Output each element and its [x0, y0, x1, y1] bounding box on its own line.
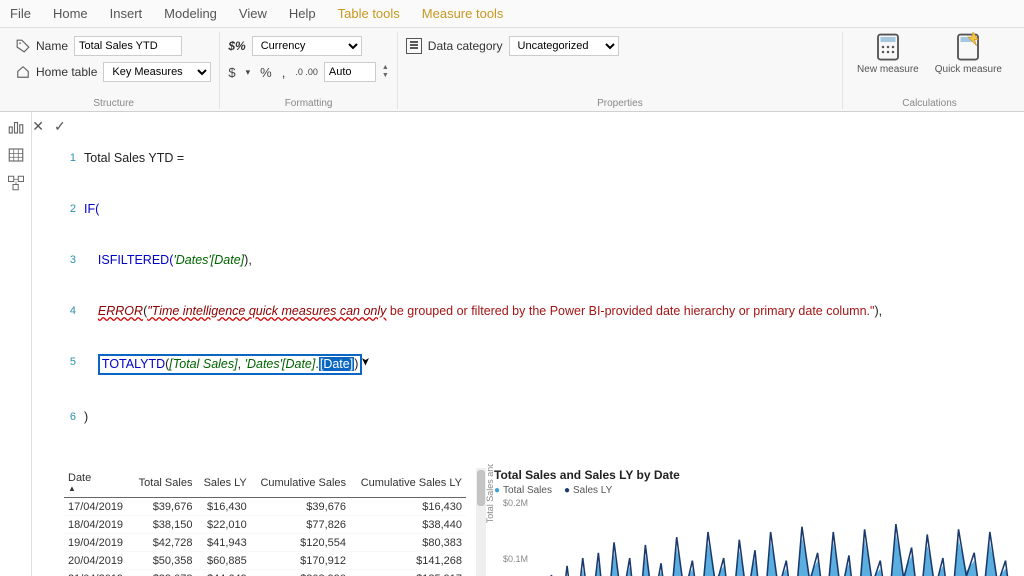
thousands-button[interactable]: ,: [282, 65, 286, 80]
spinner-down[interactable]: ▼: [382, 72, 389, 80]
menu-table-tools[interactable]: Table tools: [338, 6, 400, 21]
table-row[interactable]: 21/04/2019$38,078$44,649$208,990$185,917: [64, 570, 466, 576]
decimals-icon: .0 .00: [295, 67, 318, 77]
name-label: Name: [36, 39, 68, 53]
chart1-plot: [494, 498, 1016, 576]
properties-group-label: Properties: [406, 96, 834, 109]
menubar: File Home Insert Modeling View Help Table tool…: [0, 0, 1024, 28]
percent-button[interactable]: %: [260, 65, 272, 80]
formula-cancel-button[interactable]: ✕: [32, 118, 44, 135]
ribbon-group-properties: Data category Uncategorized Properties: [398, 32, 843, 109]
menu-help[interactable]: Help: [289, 6, 316, 21]
menu-file[interactable]: File: [10, 6, 31, 21]
menu-view[interactable]: View: [239, 6, 267, 21]
report-view-icon[interactable]: [7, 118, 25, 136]
decimal-places-input[interactable]: [324, 62, 376, 82]
chart1-title: Total Sales and Sales LY by Date: [494, 468, 1016, 482]
quick-measure-button[interactable]: Quick measure: [929, 32, 1008, 75]
spinner-up[interactable]: ▲: [382, 64, 389, 72]
home-table-label: Home table: [36, 65, 97, 79]
table-row[interactable]: 17/04/2019$39,676$16,430$39,676$16,430: [64, 498, 466, 516]
measure-name-input[interactable]: [74, 36, 182, 56]
menu-measure-tools[interactable]: Measure tools: [422, 6, 504, 21]
dax-editor[interactable]: 1Total Sales YTD = 2IF( 3 ISFILTERED('Da…: [66, 112, 884, 464]
data-category-select[interactable]: Uncategorized: [509, 36, 619, 56]
formatting-group-label: Formatting: [228, 96, 388, 109]
table-row[interactable]: 20/04/2019$50,358$60,885$170,912$141,268: [64, 552, 466, 570]
text-cursor-icon: [362, 354, 374, 368]
calculations-group-label: Calculations: [851, 96, 1008, 109]
ribbon-group-formatting: $% Currency $▾ % , .0 .00 ▲▼ Formatting: [220, 32, 397, 109]
col-header[interactable]: Total Sales: [131, 468, 197, 498]
menu-insert[interactable]: Insert: [110, 6, 143, 21]
format-select[interactable]: Currency: [252, 36, 362, 56]
data-category-icon: [406, 38, 422, 54]
menu-home[interactable]: Home: [53, 6, 88, 21]
structure-group-label: Structure: [16, 96, 211, 109]
calculator-icon: [873, 32, 903, 62]
col-header[interactable]: Cumulative Sales LY: [350, 468, 466, 498]
tag-icon: [16, 39, 30, 53]
currency-button[interactable]: $: [228, 65, 235, 80]
ribbon-group-calculations: New measure Quick measure Calculations: [843, 32, 1016, 109]
col-header[interactable]: Date▲: [64, 468, 131, 498]
view-rail: [0, 112, 32, 576]
formula-and-canvas: ✕ ✓ 1Total Sales YTD = 2IF( 3 ISFILTERED…: [32, 112, 1024, 576]
home-icon: [16, 65, 30, 79]
chart-1[interactable]: Total Sales and Sales LY by Date Total S…: [494, 468, 1016, 576]
format-icon: $%: [228, 39, 245, 53]
data-category-label: Data category: [428, 39, 503, 53]
col-header[interactable]: Sales LY: [196, 468, 250, 498]
col-header[interactable]: Cumulative Sales: [251, 468, 350, 498]
main-area: ✕ ✓ 1Total Sales YTD = 2IF( 3 ISFILTERED…: [0, 112, 1024, 576]
ribbon: Name Home table Key Measures Structure $…: [0, 28, 1024, 112]
chart1-legend: Total Sales Sales LY: [494, 485, 1016, 496]
data-view-icon[interactable]: [7, 146, 25, 164]
menu-modeling[interactable]: Modeling: [164, 6, 217, 21]
model-view-icon[interactable]: [7, 174, 25, 192]
data-table-visual[interactable]: Date▲Total SalesSales LYCumulative Sales…: [64, 468, 466, 576]
formula-commit-button[interactable]: ✓: [54, 118, 66, 135]
table-row[interactable]: 19/04/2019$42,728$41,943$120,554$80,383: [64, 534, 466, 552]
table-row[interactable]: 18/04/2019$38,150$22,010$77,826$38,440: [64, 516, 466, 534]
new-measure-button[interactable]: New measure: [851, 32, 925, 75]
home-table-select[interactable]: Key Measures: [103, 62, 211, 82]
ribbon-group-structure: Name Home table Key Measures Structure: [8, 32, 220, 109]
quick-measure-icon: [953, 32, 983, 62]
